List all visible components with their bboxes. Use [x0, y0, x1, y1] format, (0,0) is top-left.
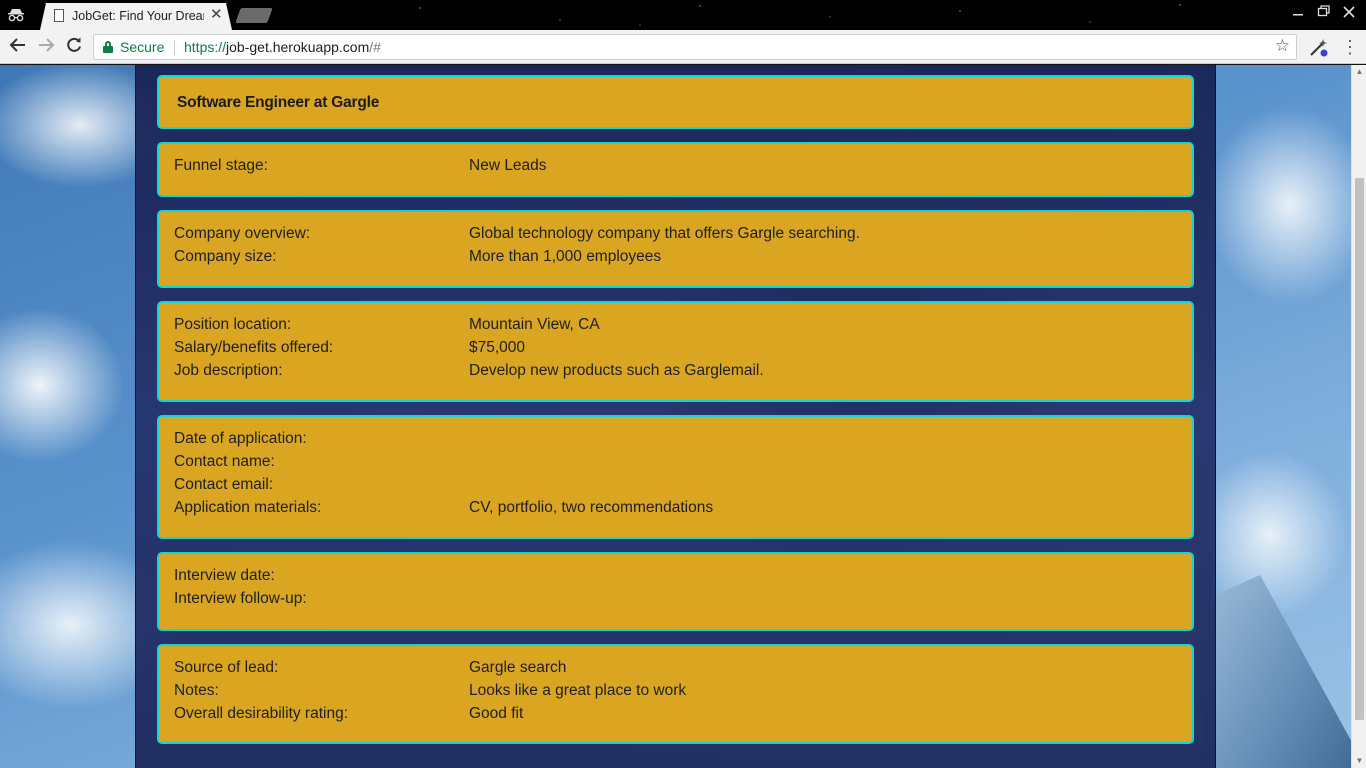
detail-label: Interview follow-up:: [174, 590, 307, 607]
detail-row-position-location: Position location: Mountain View, CA: [174, 316, 1174, 339]
funnel-card: Funnel stage: New Leads: [157, 142, 1194, 197]
extension-icon[interactable]: [1308, 36, 1330, 58]
detail-row-source-of-lead: Source of lead: Gargle search: [174, 659, 1174, 682]
job-detail-panel: Software Engineer at Gargle Funnel stage…: [135, 65, 1216, 768]
url-path: /#: [369, 39, 381, 55]
scrollbar-thumb[interactable]: [1355, 178, 1364, 720]
detail-label: Contact email:: [174, 476, 274, 493]
url-host: job-get.herokuapp.com: [226, 39, 370, 55]
detail-row-job-description: Job description: Develop new products su…: [174, 362, 1174, 385]
reload-icon[interactable]: [63, 36, 85, 58]
detail-row-company-overview: Company overview: Global technology comp…: [174, 225, 1174, 248]
detail-row-desirability-rating: Overall desirability rating: Good fit: [174, 705, 1174, 728]
detail-row-interview-follow-up: Interview follow-up:: [174, 590, 1174, 613]
detail-value: Mountain View, CA: [469, 316, 600, 333]
detail-value: New Leads: [469, 157, 547, 174]
detail-value: Looks like a great place to work: [469, 682, 687, 699]
detail-value: More than 1,000 employees: [469, 248, 662, 265]
new-tab-button[interactable]: [235, 8, 273, 23]
page-icon: [54, 9, 64, 22]
background-building: [1200, 575, 1366, 768]
detail-value: $75,000: [469, 339, 526, 356]
scroll-up-arrow-icon[interactable]: ▲: [1352, 65, 1366, 79]
detail-row-contact-email: Contact email:: [174, 476, 1174, 499]
detail-label: Company size:: [174, 248, 277, 265]
interview-card: Interview date: Interview follow-up:: [157, 552, 1194, 631]
detail-label: Notes:: [174, 682, 219, 699]
minimize-icon[interactable]: [1289, 4, 1307, 19]
browser-tab-active[interactable]: JobGet: Find Your Dream ✕: [40, 3, 232, 30]
back-icon[interactable]: [7, 36, 29, 58]
browser-titlebar: JobGet: Find Your Dream ✕: [0, 0, 1366, 30]
job-title: Software Engineer at Gargle: [177, 94, 380, 111]
url-protocol: https://: [184, 39, 227, 55]
detail-row-date-of-application: Date of application:: [174, 430, 1174, 453]
company-card: Company overview: Global technology comp…: [157, 210, 1194, 288]
detail-label: Funnel stage:: [174, 157, 268, 174]
secure-label: Secure: [120, 39, 165, 55]
detail-row-interview-date: Interview date:: [174, 567, 1174, 590]
detail-value: Global technology company that offers Ga…: [469, 225, 860, 242]
tab-close-icon[interactable]: ✕: [210, 7, 223, 23]
browser-toolbar: Secure https://job-get.herokuapp.com/# ☆: [0, 30, 1366, 64]
detail-row-salary: Salary/benefits offered: $75,000: [174, 339, 1174, 362]
detail-label: Application materials:: [174, 499, 322, 516]
detail-value: Gargle search: [469, 659, 567, 676]
detail-label: Interview date:: [174, 567, 275, 584]
detail-label: Overall desirability rating:: [174, 705, 349, 722]
lock-icon: [103, 41, 113, 53]
detail-label: Contact name:: [174, 453, 275, 470]
tab-title: JobGet: Find Your Dream: [72, 9, 204, 23]
scroll-down-arrow-icon[interactable]: ▼: [1352, 754, 1366, 768]
omnibox-divider: [174, 40, 175, 55]
page-viewport: Software Engineer at Gargle Funnel stage…: [0, 65, 1366, 768]
page-scrollbar[interactable]: ▲ ▼: [1351, 65, 1366, 768]
application-card: Date of application: Contact name: Conta…: [157, 415, 1194, 539]
forward-icon[interactable]: [35, 36, 57, 58]
incognito-icon: [7, 7, 25, 23]
detail-label: Job description:: [174, 362, 283, 379]
detail-row-notes: Notes: Looks like a great place to work: [174, 682, 1174, 705]
url-text[interactable]: https://job-get.herokuapp.com/#: [184, 39, 381, 55]
detail-row-funnel-stage: Funnel stage: New Leads: [174, 157, 1174, 180]
menu-icon[interactable]: ⋮: [1340, 36, 1360, 58]
restore-icon[interactable]: [1315, 4, 1333, 19]
detail-label: Date of application:: [174, 430, 307, 447]
detail-value: Develop new products such as Garglemail.: [469, 362, 764, 379]
detail-label: Source of lead:: [174, 659, 279, 676]
address-bar[interactable]: Secure https://job-get.herokuapp.com/# ☆: [93, 34, 1297, 60]
detail-value: CV, portfolio, two recommendations: [469, 499, 714, 516]
job-title-card: Software Engineer at Gargle: [157, 75, 1194, 129]
window-close-icon[interactable]: [1340, 4, 1358, 19]
detail-label: Position location:: [174, 316, 292, 333]
bookmark-star-icon[interactable]: ☆: [1275, 36, 1290, 56]
detail-row-application-materials: Application materials: CV, portfolio, tw…: [174, 499, 1174, 522]
detail-row-company-size: Company size: More than 1,000 employees: [174, 248, 1174, 271]
source-card: Source of lead: Gargle search Notes: Loo…: [157, 644, 1194, 744]
detail-label: Salary/benefits offered:: [174, 339, 334, 356]
position-card: Position location: Mountain View, CA Sal…: [157, 301, 1194, 402]
detail-label: Company overview:: [174, 225, 311, 242]
detail-value: Good fit: [469, 705, 524, 722]
detail-row-contact-name: Contact name:: [174, 453, 1174, 476]
